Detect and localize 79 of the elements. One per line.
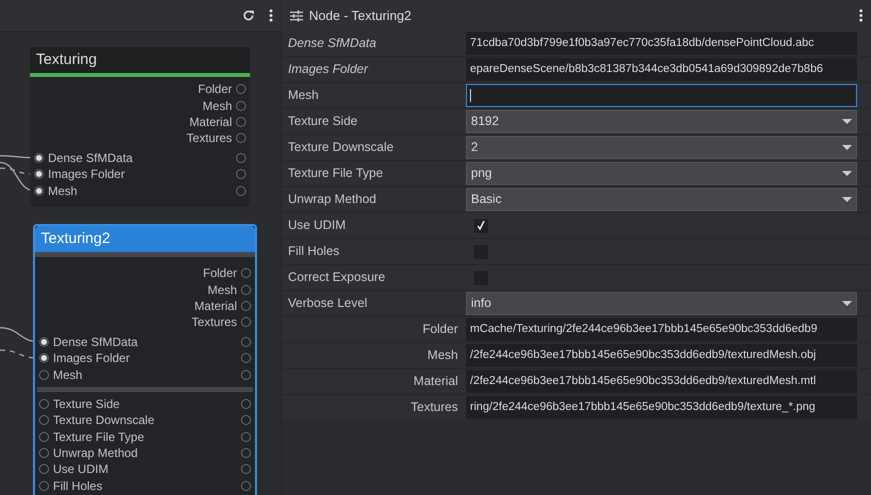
dropdown[interactable]: Basic bbox=[466, 188, 857, 211]
dropdown-caret-icon bbox=[842, 197, 852, 202]
dropdown[interactable]: 2 bbox=[466, 136, 857, 159]
dropdown-caret-icon bbox=[842, 119, 852, 124]
output-port[interactable] bbox=[241, 268, 251, 278]
port-label: Images Folder bbox=[53, 352, 130, 364]
input-port[interactable] bbox=[39, 398, 49, 409]
port-label: Texture File Type bbox=[53, 430, 144, 443]
path-field[interactable]: epareDenseScene/b8b3c81387b344ce3db0541a69d309892de7b8b6 bbox=[466, 58, 857, 81]
port-label: Folder bbox=[198, 83, 232, 96]
dropdown-caret-icon bbox=[842, 171, 852, 176]
input-port[interactable] bbox=[34, 169, 44, 180]
dropdown[interactable]: info bbox=[466, 292, 857, 315]
path-field[interactable]: 71cdba70d3bf799e1f0b3a97ec770c35fa18db/densePointCloud.abc bbox=[466, 32, 857, 55]
input-port[interactable] bbox=[39, 370, 49, 380]
input-port[interactable] bbox=[39, 415, 49, 426]
dropdown[interactable]: 8192 bbox=[466, 110, 857, 133]
output-port[interactable] bbox=[241, 300, 251, 311]
panel-title: Node - Texturing2 bbox=[309, 6, 412, 25]
port-label: Mesh bbox=[202, 100, 232, 112]
output-port[interactable] bbox=[241, 370, 251, 380]
input-port[interactable] bbox=[39, 464, 49, 474]
sliders-icon bbox=[290, 10, 303, 22]
output-port[interactable] bbox=[241, 353, 251, 364]
port-label: Textures bbox=[192, 316, 237, 328]
port-label: Use UDIM bbox=[53, 463, 108, 476]
more-options-icon[interactable] bbox=[859, 9, 863, 22]
output-port[interactable] bbox=[236, 186, 246, 196]
graph-node[interactable]: Texturing Folder Mesh Material Textures Dense SfMData Images Folder Mesh bbox=[30, 47, 250, 207]
output-port[interactable] bbox=[236, 169, 246, 180]
input-port[interactable] bbox=[39, 336, 49, 347]
output-port[interactable] bbox=[236, 100, 246, 111]
input-port[interactable] bbox=[39, 432, 49, 442]
input-port[interactable] bbox=[34, 152, 44, 163]
output-port[interactable] bbox=[241, 415, 251, 426]
more-options-icon[interactable] bbox=[269, 9, 273, 22]
dropdown[interactable]: png bbox=[466, 162, 857, 185]
port-label: Material bbox=[189, 116, 232, 128]
output-port[interactable] bbox=[236, 116, 246, 127]
output-port[interactable] bbox=[236, 133, 246, 144]
input-port[interactable] bbox=[39, 353, 49, 364]
input-port[interactable] bbox=[39, 448, 49, 458]
port-label: Folder bbox=[202, 267, 237, 280]
port-label: Texture Side bbox=[53, 398, 120, 410]
refresh-icon[interactable] bbox=[242, 9, 255, 22]
output-port[interactable] bbox=[241, 448, 251, 458]
output-port[interactable] bbox=[241, 398, 251, 409]
port-label: Dense SfMData bbox=[48, 152, 133, 164]
port-label: Dense SfMData bbox=[53, 336, 138, 348]
dropdown-caret-icon bbox=[842, 145, 852, 150]
port-label: Images Folder bbox=[48, 168, 125, 180]
output-port[interactable] bbox=[241, 464, 251, 474]
port-label: Unwrap Method bbox=[53, 447, 138, 460]
input-port[interactable] bbox=[34, 186, 44, 196]
node-title: Texturing2 bbox=[35, 226, 255, 252]
graph-node[interactable]: Texturing2 Folder Mesh Material Textures Dense SfMData Images Folder Mesh Texture Side Texture Downscale Texture File Type Unwrap Method Use UDIM Fill Holes bbox=[33, 224, 257, 495]
node-title: Texturing bbox=[30, 47, 250, 73]
output-port[interactable] bbox=[236, 84, 246, 94]
path-field[interactable]: /2fe244ce96b3ee17bbb145e65e90bc353dd6edb9/texturedMesh.obj bbox=[466, 344, 857, 367]
input-field[interactable] bbox=[466, 84, 857, 107]
path-field[interactable]: mCache/Texturing/2fe244ce96b3ee17bbb145e65e90bc353dd6edb9 bbox=[466, 318, 857, 341]
output-port[interactable] bbox=[241, 432, 251, 442]
port-label: Textures bbox=[186, 132, 232, 144]
output-port[interactable] bbox=[241, 284, 251, 295]
port-label: Mesh bbox=[208, 284, 237, 296]
output-port[interactable] bbox=[236, 152, 246, 163]
path-field[interactable]: ring/2fe244ce96b3ee17bbb145e65e90bc353dd6edb9/texture_*.png bbox=[466, 396, 857, 419]
checkbox[interactable] bbox=[474, 218, 488, 232]
output-port[interactable] bbox=[241, 480, 251, 491]
port-label: Mesh bbox=[53, 368, 82, 381]
port-label: Mesh bbox=[48, 184, 78, 197]
output-port[interactable] bbox=[241, 336, 251, 347]
input-port[interactable] bbox=[39, 480, 49, 491]
output-port[interactable] bbox=[241, 317, 251, 328]
port-label: Texture Downscale bbox=[53, 414, 154, 426]
port-label: Fill Holes bbox=[53, 480, 102, 492]
dropdown-caret-icon bbox=[842, 301, 852, 306]
port-label: Material bbox=[194, 300, 237, 312]
path-field[interactable]: /2fe244ce96b3ee17bbb145e65e90bc353dd6edb9/texturedMesh.mtl bbox=[466, 370, 857, 393]
